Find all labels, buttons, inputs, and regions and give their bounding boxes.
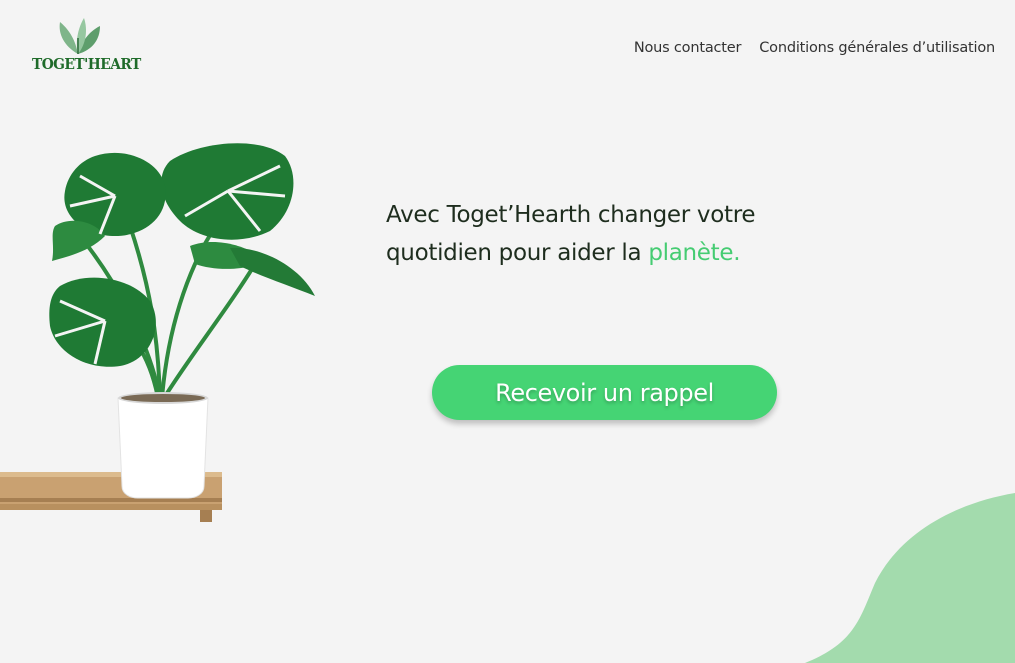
- logo-link[interactable]: TOGET'HEART: [32, 18, 141, 76]
- top-nav: Nous contacter Conditions générales d’ut…: [634, 40, 995, 56]
- monstera-plant-image: [0, 143, 315, 522]
- decorative-blob: [805, 493, 1015, 663]
- leaf-logo-icon: [59, 18, 100, 54]
- nav-link-contact[interactable]: Nous contacter: [634, 40, 742, 56]
- headline-line-1: Avec Toget’Hearth changer votre: [386, 202, 756, 228]
- reminder-button[interactable]: Recevoir un rappel: [432, 365, 777, 420]
- headline-line-2: quotidien pour aider la: [386, 240, 649, 266]
- nav-link-terms[interactable]: Conditions générales d’utilisation: [759, 40, 995, 56]
- headline-accent-word: planète.: [648, 240, 741, 266]
- logo-text: TOGET'HEART: [32, 55, 141, 73]
- hero-headline: Avec Toget’Hearth changer votre quotidie…: [386, 196, 846, 272]
- landing-page: TOGET'HEART Nous contacter Conditions gé…: [0, 0, 1015, 663]
